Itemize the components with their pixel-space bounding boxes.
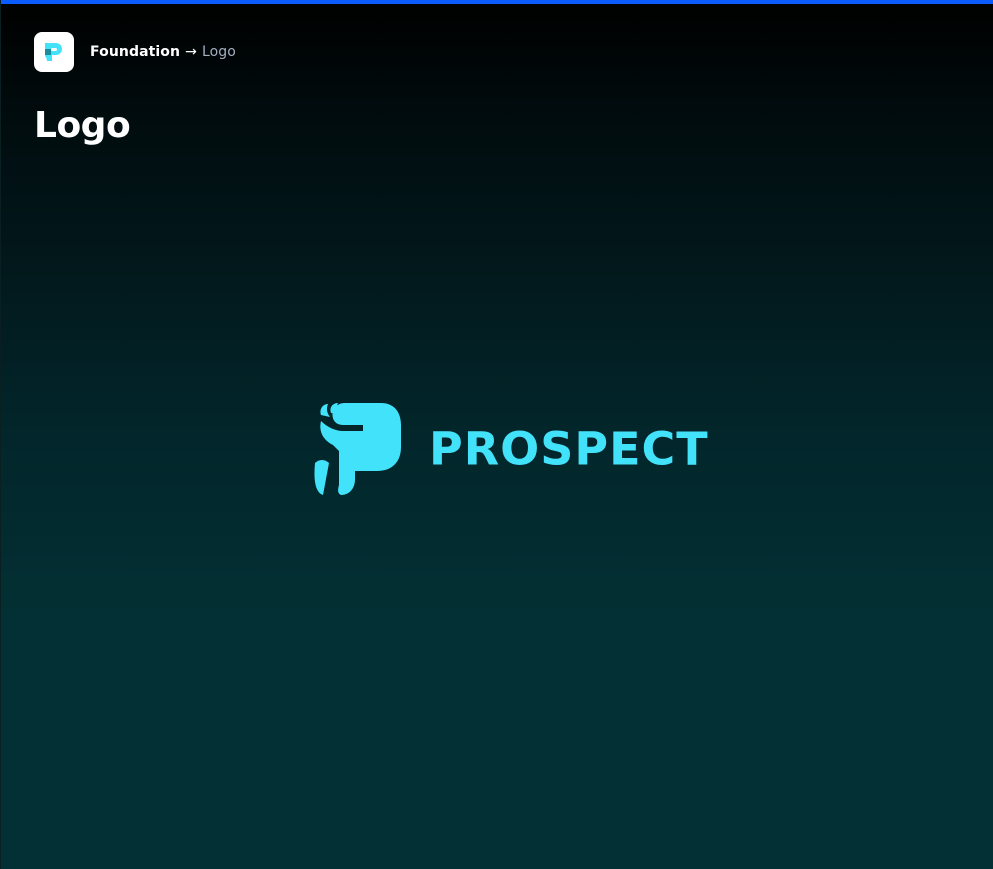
prospect-p-icon[interactable] xyxy=(34,32,74,72)
prospect-p-mark-icon xyxy=(314,403,401,495)
top-accent-bar xyxy=(1,0,993,4)
header: Foundation → Logo xyxy=(34,32,236,72)
brand-wordmark: PROSPECT xyxy=(429,422,709,476)
breadcrumb: Foundation → Logo xyxy=(90,44,236,60)
artboard: Foundation → Logo Logo PROSPECT xyxy=(0,0,993,869)
brand-lockup: PROSPECT xyxy=(313,401,709,497)
page-title: Logo xyxy=(34,105,131,146)
breadcrumb-parent[interactable]: Foundation xyxy=(90,44,180,60)
breadcrumb-separator: → xyxy=(185,44,197,60)
breadcrumb-current: Logo xyxy=(201,44,236,60)
